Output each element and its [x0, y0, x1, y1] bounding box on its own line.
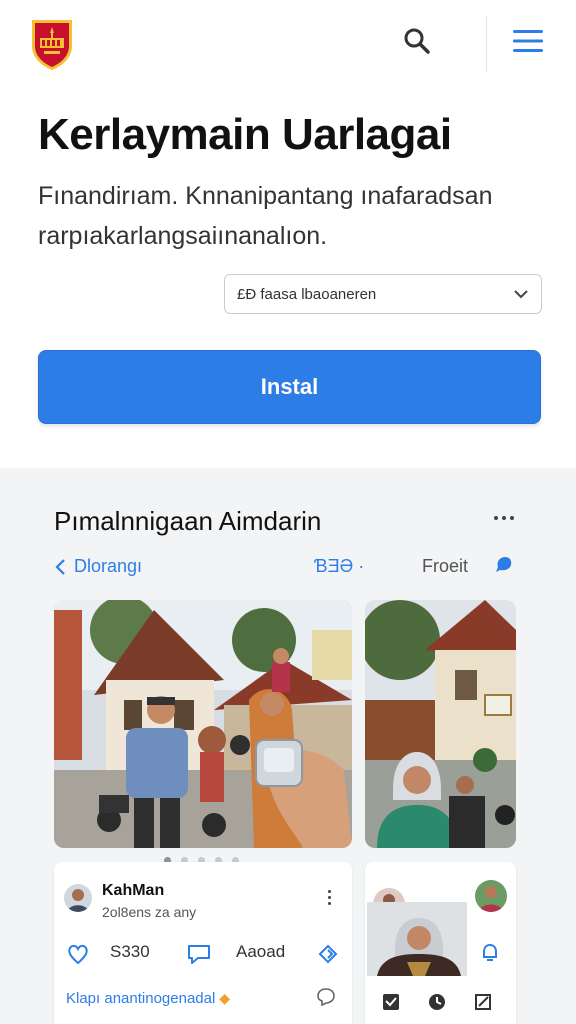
like-count: S330 — [110, 942, 150, 961]
search-icon — [404, 28, 430, 54]
app-header — [0, 0, 576, 88]
select-value: £Ð faasa lbaoaneren — [237, 285, 377, 303]
avatar[interactable] — [64, 884, 92, 912]
center-tab[interactable]: ƁƎƏ · — [314, 556, 364, 577]
share-icon — [318, 944, 338, 964]
external-link-icon[interactable] — [473, 992, 493, 1017]
chat-icon[interactable] — [492, 554, 514, 581]
section-title: Pımalnnigaan Aimdarin — [54, 506, 322, 536]
post-author[interactable]: KahMan — [102, 882, 164, 900]
post-menu-icon[interactable] — [324, 890, 334, 910]
page-description: Fınandirıam. Knnanipantang ınafaradsan r… — [38, 182, 493, 250]
more-options-icon[interactable] — [488, 506, 520, 530]
post-time: 2ol8ens za any — [102, 904, 197, 920]
back-tab[interactable]: Dlorangı — [54, 556, 142, 577]
section-tabs: Dlorangı ƁƎƏ · Froeit — [54, 552, 524, 584]
header-divider — [486, 16, 487, 72]
post-card: KahMan 2ol8ens za any S330 Aaoad Klapı a… — [54, 862, 352, 1024]
language-select[interactable]: £Ð faasa lbaoaneren — [224, 274, 542, 314]
post-card-secondary — [365, 862, 516, 1024]
gallery-photo-main[interactable] — [54, 600, 352, 848]
post-footer: Klapı anantinogenadal ◆ — [66, 986, 336, 1011]
crest-logo-icon[interactable] — [28, 16, 76, 72]
comment-bubble-icon[interactable] — [316, 986, 336, 1011]
gallery-photo-side[interactable] — [365, 600, 516, 848]
gallery-section: Pımalnnigaan Aimdarin Dlorangı ƁƎƏ · Fro… — [0, 468, 576, 1024]
clock-icon[interactable] — [427, 992, 447, 1017]
hamburger-menu-icon — [513, 30, 543, 52]
post-actions: S330 Aaoad — [66, 942, 346, 972]
install-button[interactable]: Instal — [38, 350, 541, 424]
checkbox-icon[interactable] — [381, 992, 401, 1017]
search-button[interactable] — [398, 22, 436, 60]
chevron-left-icon — [55, 558, 65, 575]
like-action[interactable] — [66, 942, 90, 966]
profile-photo[interactable] — [367, 902, 467, 976]
back-tab-label: Dlorangı — [74, 556, 143, 576]
page-title: Kerlaymain Uarlagai — [38, 110, 452, 159]
front-tab[interactable]: Froeit — [422, 556, 468, 577]
avatar[interactable] — [475, 880, 507, 912]
comment-action[interactable] — [186, 942, 212, 966]
notification-icon[interactable] — [479, 942, 501, 969]
comment-icon — [188, 945, 210, 964]
like-icon — [68, 944, 88, 965]
share-action[interactable] — [316, 942, 340, 966]
menu-button[interactable] — [508, 22, 548, 60]
comment-count: Aaoad — [236, 942, 286, 961]
pointer-icon: ◆ — [219, 990, 231, 1006]
chevron-down-icon — [514, 290, 528, 299]
post-link[interactable]: Klapı anantinogenadal — [66, 990, 215, 1007]
